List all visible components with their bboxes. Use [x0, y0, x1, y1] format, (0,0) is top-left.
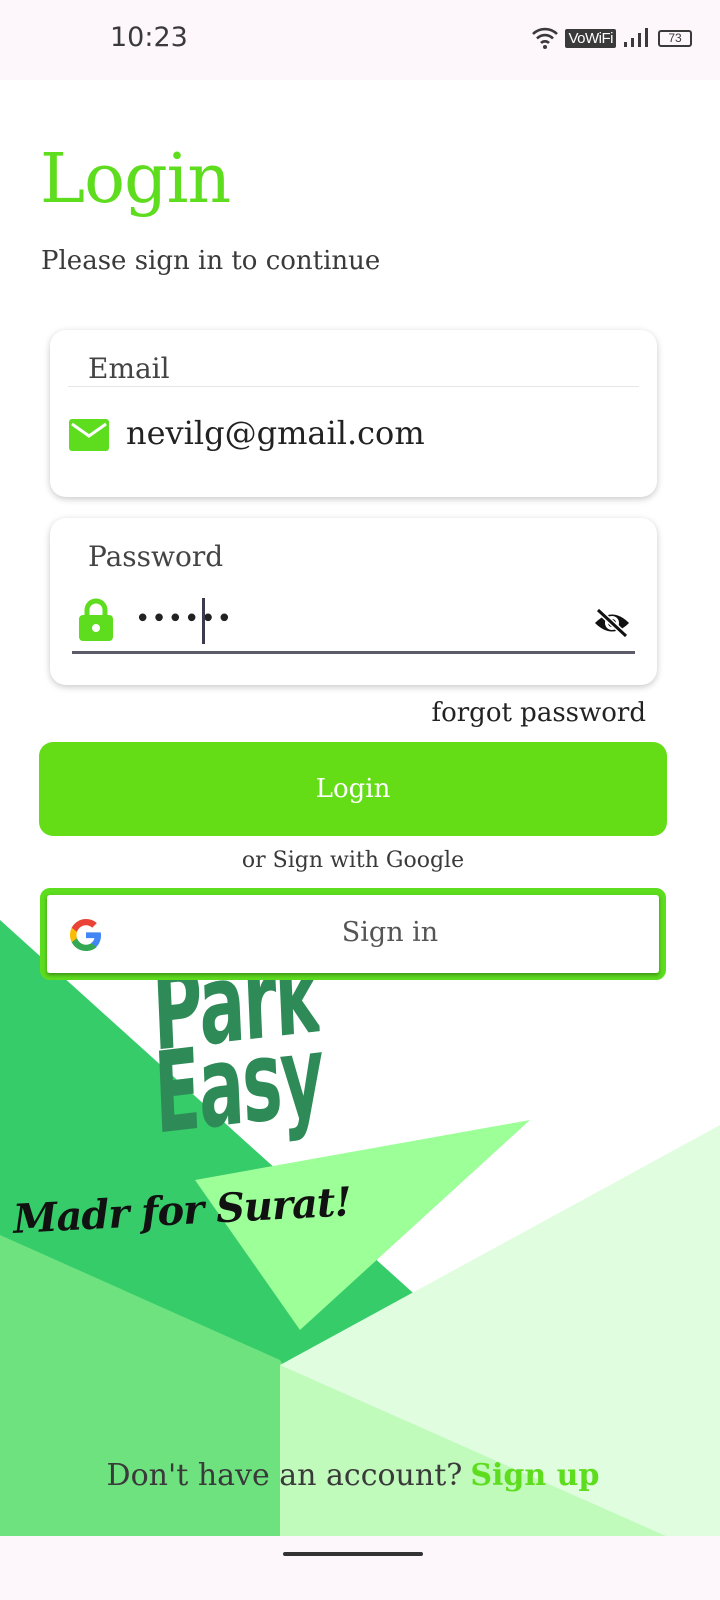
status-bar: 10:23 VoWiFi 73 [0, 0, 720, 80]
password-label: Password [88, 540, 224, 573]
home-gesture-handle[interactable] [283, 1552, 423, 1556]
email-label: Email [88, 352, 170, 385]
navigation-bar [0, 1536, 720, 1600]
status-time: 10:23 [110, 22, 188, 53]
forgot-password-link[interactable]: forgot password [431, 698, 646, 728]
mail-icon [69, 419, 109, 451]
page-subtitle: Please sign in to continue [41, 246, 381, 276]
google-sign-in-button[interactable]: Sign in [40, 888, 666, 980]
email-divider [68, 386, 639, 387]
password-field[interactable]: •••••• [135, 604, 233, 634]
password-underline [72, 651, 635, 654]
wifi-icon [532, 27, 559, 49]
battery-indicator: 73 [658, 29, 692, 47]
text-caret [202, 598, 205, 644]
signal-icon [624, 28, 648, 47]
password-card: Password •••••• [50, 518, 657, 685]
status-icons: VoWiFi 73 [531, 26, 692, 50]
login-button[interactable]: Login [39, 742, 667, 836]
signup-row: Don't have an account? Sign up [0, 1458, 706, 1493]
signup-link[interactable]: Sign up [470, 1458, 599, 1493]
email-field[interactable]: nevilg@gmail.com [126, 414, 425, 452]
page-title: Login [40, 140, 231, 219]
logo-text-easy: Easy [152, 1010, 325, 1160]
vowifi-badge: VoWiFi [565, 28, 616, 48]
google-button-label: Sign in [341, 917, 439, 948]
eye-off-icon[interactable] [593, 608, 631, 638]
or-sign-with-google: or Sign with Google [241, 848, 465, 873]
email-card: Email nevilg@gmail.com [50, 330, 657, 497]
lock-icon [79, 598, 113, 641]
signup-prompt: Don't have an account? [106, 1458, 463, 1493]
